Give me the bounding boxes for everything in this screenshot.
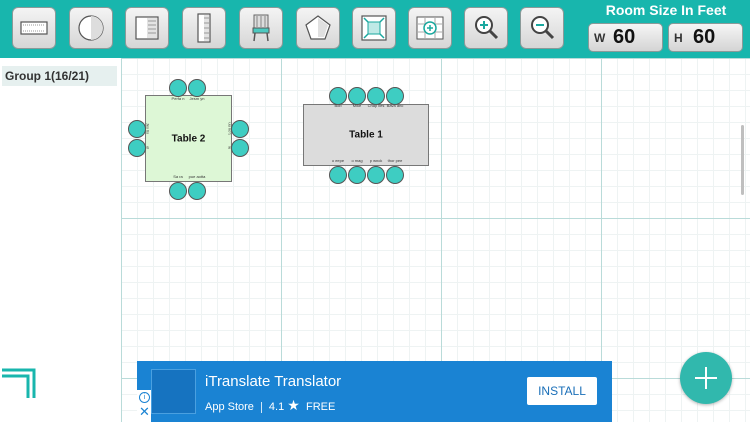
seat-name: ol xyxy=(145,145,151,150)
height-value: 60 xyxy=(693,26,716,48)
seat-name: thor pee xyxy=(387,158,403,163)
zoom-in-icon xyxy=(475,16,499,40)
chair-button[interactable] xyxy=(239,7,283,49)
width-label: W xyxy=(594,31,606,45)
chair-seat[interactable] xyxy=(386,166,404,184)
group-list-item[interactable]: Group 1(16/21) xyxy=(2,66,117,86)
zoom-in-button[interactable] xyxy=(464,7,508,49)
ad-app-icon xyxy=(151,369,196,414)
square-table-button[interactable] xyxy=(125,7,169,49)
top-toolbar: Room Size In Feet W 60 H 60 xyxy=(0,0,750,58)
table-2[interactable]: Table 2 xyxy=(145,95,232,182)
seat-name: ie xyxy=(226,145,232,150)
chair-seat[interactable] xyxy=(169,182,187,200)
seat-name: Jesm yn xyxy=(189,96,205,101)
table-name: Table 2 xyxy=(171,133,206,144)
height-label: H xyxy=(674,31,683,45)
chair-seat[interactable] xyxy=(169,79,187,97)
chair-seat[interactable] xyxy=(329,166,347,184)
chair-seat[interactable] xyxy=(231,120,249,138)
ad-banner[interactable]: iTranslate Translator App Store 4.1 ★ FRE… xyxy=(137,361,612,422)
ad-subtitle: App Store 4.1 ★ FREE xyxy=(205,397,335,414)
divider xyxy=(260,401,262,413)
add-button[interactable] xyxy=(680,352,732,404)
close-icon[interactable]: ✕ xyxy=(139,405,150,419)
rectangle-table-button[interactable] xyxy=(12,7,56,49)
chair-seat[interactable] xyxy=(188,79,206,97)
star-icon: ★ xyxy=(287,397,300,413)
ad-title: iTranslate Translator xyxy=(205,373,342,390)
pentagon-icon xyxy=(305,15,331,40)
seat-name: pue aotta xyxy=(188,174,206,179)
chair-seat[interactable] xyxy=(231,139,249,157)
rectangle-table-icon xyxy=(20,21,48,35)
vertical-scrollbar[interactable] xyxy=(741,125,744,195)
round-table-icon xyxy=(78,15,104,41)
square-table-icon xyxy=(135,16,159,40)
chair-seat[interactable] xyxy=(348,166,366,184)
chair-seat[interactable] xyxy=(367,166,385,184)
ad-rating: 4.1 xyxy=(268,401,285,413)
ad-store: App Store xyxy=(205,401,254,413)
zoom-out-icon xyxy=(531,16,555,40)
fit-screen-button[interactable] xyxy=(352,7,396,49)
fit-screen-icon xyxy=(361,15,387,41)
chair-seat[interactable] xyxy=(188,182,206,200)
add-grid-button[interactable] xyxy=(408,7,452,49)
long-table-button[interactable] xyxy=(182,7,226,49)
chair-seat[interactable] xyxy=(128,139,146,157)
chair-seat[interactable] xyxy=(128,120,146,138)
info-icon[interactable]: i xyxy=(139,392,150,403)
chair-icon xyxy=(252,14,270,42)
install-button[interactable]: INSTALL xyxy=(527,377,597,405)
round-table-button[interactable] xyxy=(69,7,113,49)
pentagon-button[interactable] xyxy=(296,7,340,49)
app-logo-icon xyxy=(2,368,36,398)
zoom-out-button[interactable] xyxy=(520,7,564,49)
width-value: 60 xyxy=(613,26,636,48)
room-size-title: Room Size In Feet xyxy=(605,2,727,18)
room-height-field[interactable]: H 60 xyxy=(668,23,743,52)
table-1[interactable]: Table 1 xyxy=(303,104,429,166)
grid-add-icon xyxy=(416,16,444,40)
ad-price: FREE xyxy=(305,401,336,413)
long-table-icon xyxy=(197,13,211,43)
table-name: Table 1 xyxy=(349,129,383,141)
seat-name: Bava anc xyxy=(386,103,404,108)
room-width-field[interactable]: W 60 xyxy=(588,23,663,52)
ad-choices[interactable]: i ✕ xyxy=(137,390,151,422)
